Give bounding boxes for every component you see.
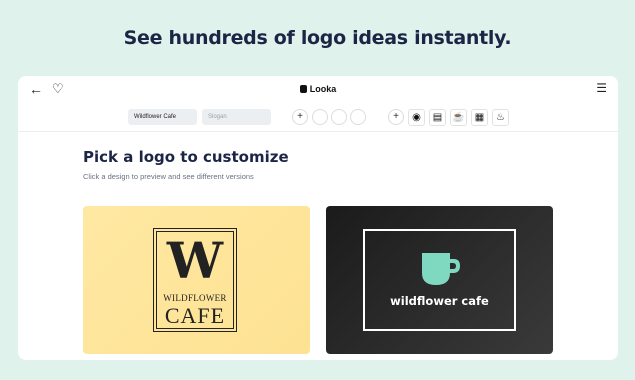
logo-text-line1: WILDFLOWER [163,293,227,303]
logo-monogram: W [166,231,224,290]
page-subtitle: Click a design to preview and see differ… [83,172,254,181]
globe-icon[interactable]: ◉ [408,109,425,126]
headline: See hundreds of logo ideas instantly. [123,27,512,49]
color-swatch[interactable] [331,109,347,125]
storefront-icon[interactable]: ▤ [429,109,446,126]
logo-border-frame: wildflower cafe [363,229,516,331]
logo-border-frame: W WILDFLOWER CAFE [153,228,237,332]
tea-pot-icon[interactable]: ♨ [492,109,509,126]
logo-text-line2: CAFE [164,303,226,328]
coffee-machine-icon[interactable]: ▦ [471,109,488,126]
add-color-button[interactable]: + [292,109,308,125]
logo-option-wildflower-cup[interactable]: wildflower cafe [326,206,553,354]
add-symbol-button[interactable]: + [388,109,404,125]
coffee-cup-icon [422,253,460,285]
divider [18,131,618,132]
looka-mark-icon [299,85,307,93]
slogan-input[interactable]: Slogan [202,109,271,125]
editor-toolbar: Wildflower Cafe Slogan + + ◉ ▤ ☕ ▦ ♨ [18,107,618,129]
brand-name: Looka [309,84,337,94]
brand-logo[interactable]: Looka [18,84,618,94]
page-title: Pick a logo to customize [83,148,289,166]
logo-wordmark: wildflower cafe [390,294,489,308]
app-window: ← ♡ Looka ☰ Wildflower Cafe Slogan + + ◉… [18,76,618,360]
coffee-cup-icon[interactable]: ☕ [450,109,467,126]
color-swatch[interactable] [312,109,328,125]
color-swatch[interactable] [350,109,366,125]
company-name-input[interactable]: Wildflower Cafe [128,109,197,125]
logo-option-wildflower-serif[interactable]: W WILDFLOWER CAFE [83,206,310,354]
hamburger-menu-icon[interactable]: ☰ [596,81,607,95]
top-bar: ← ♡ Looka ☰ [18,76,618,104]
